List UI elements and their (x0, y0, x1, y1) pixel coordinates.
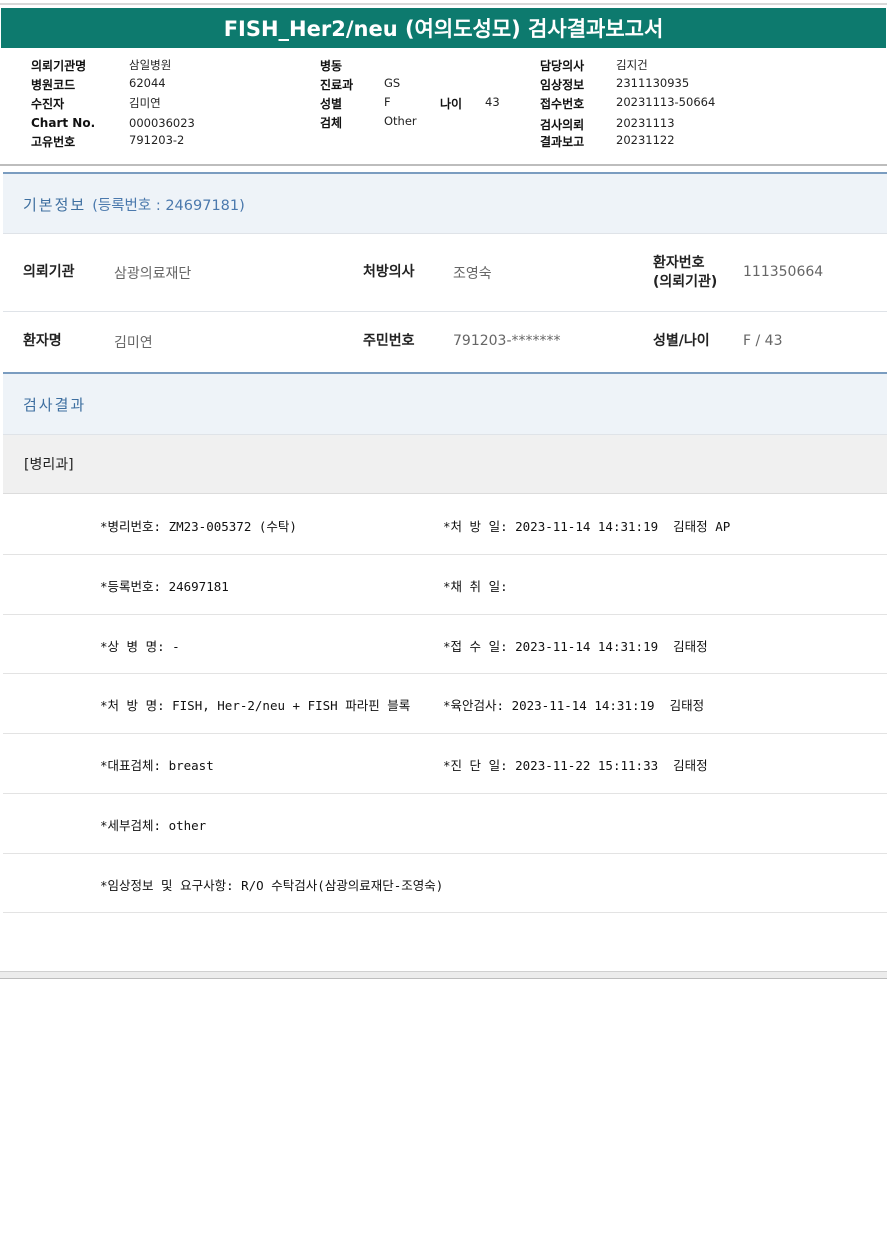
patient-no-value: 111350664 (743, 264, 824, 280)
row-divider (3, 554, 887, 555)
sex-label: 성별 (320, 97, 343, 111)
attending-label: 담당의사 (540, 59, 585, 73)
sex-age-value: F / 43 (743, 333, 783, 349)
basic-info-title: 기본정보 (23, 195, 87, 214)
prescription-date-line: *처 방 일: 2023-11-14 14:31:19 김태정 AP (443, 519, 731, 534)
specimen-label: 검체 (320, 116, 343, 130)
chart-no-label: Chart No. (31, 116, 96, 130)
hospital-code-label: 병원코드 (31, 78, 76, 92)
collection-date-line: *채 취 일: (443, 579, 508, 594)
chart-no-value: 000036023 (129, 116, 195, 130)
divider (3, 311, 887, 312)
result-heading: 검사결과 (3, 372, 887, 435)
ward-label: 병동 (320, 59, 343, 73)
result-title: 검사결과 (23, 396, 87, 414)
diagnosis-name-line: *상 병 명: - (100, 639, 180, 654)
rrn-label: 주민번호 (363, 333, 415, 349)
basic-info-heading: 기본정보 (등록번호 : 24697181) (3, 172, 887, 234)
detail-specimen-line: *세부검체: other (100, 818, 207, 833)
receipt-no-label: 접수번호 (540, 97, 585, 111)
sex-value: F (384, 95, 391, 109)
department-row: [병리과] (3, 435, 887, 494)
clinical-info-label: 임상정보 (540, 78, 585, 92)
diagnosis-date-line: *진 단 일: 2023-11-22 15:11:33 김태정 (443, 758, 708, 773)
row-divider (3, 673, 887, 674)
row-divider (3, 853, 887, 854)
department-value: GS (384, 76, 401, 90)
request-date-label: 검사의뢰 (540, 118, 585, 132)
institution-label: 의뢰기관 (23, 264, 75, 280)
gross-exam-line: *육안검사: 2023-11-14 14:31:19 김태정 (443, 698, 705, 713)
hospital-code-value: 62044 (129, 76, 166, 90)
rrn-value: 791203-******* (453, 333, 561, 349)
row-divider (3, 614, 887, 615)
hospital-name-label: 의뢰기관명 (31, 59, 87, 73)
patient-name-value: 김미연 (114, 335, 153, 351)
row-divider (3, 912, 887, 913)
sex-age-label: 성별/나이 (653, 333, 710, 349)
clinical-info-value: 2311130935 (616, 76, 690, 90)
institution-value: 삼광의료재단 (114, 266, 192, 282)
footer-band (0, 971, 887, 979)
age-value: 43 (485, 95, 500, 109)
representative-specimen-line: *대표검체: breast (100, 758, 214, 773)
patient-no-sublabel: (의뢰기관) (653, 274, 718, 290)
clinical-request-line: *임상정보 및 요구사항: R/O 수탁검사(삼광의료재단-조영숙) (100, 878, 444, 893)
patient-no-label: 환자번호 (653, 255, 705, 271)
registration-no-line: *등록번호: 24697181 (100, 579, 229, 594)
top-border (0, 3, 887, 5)
request-date-value: 20231113 (616, 116, 675, 130)
header-divider (0, 164, 887, 166)
unique-no-value: 791203-2 (129, 133, 185, 147)
department-label: 진료과 (320, 78, 354, 92)
prescriber-value: 조영숙 (453, 266, 492, 282)
report-date-label: 결과보고 (540, 135, 585, 149)
divider (3, 233, 887, 234)
specimen-value: Other (384, 114, 417, 128)
registration-note: (등록번호 : 24697181) (92, 197, 245, 214)
patient-name-label: 환자명 (23, 333, 62, 349)
age-label: 나이 (440, 97, 463, 111)
report-header: 의뢰기관명 삼일병원 병원코드 62044 수진자 김미연 Chart No. … (0, 50, 887, 166)
prescriber-label: 처방의사 (363, 264, 415, 280)
attending-value: 김지건 (616, 58, 648, 72)
row-divider (3, 733, 887, 734)
patient-label: 수진자 (31, 97, 65, 111)
patient-value: 김미연 (129, 96, 161, 110)
receipt-no-value: 20231113-50664 (616, 95, 716, 109)
hospital-name-value: 삼일병원 (129, 58, 172, 72)
report-date-value: 20231122 (616, 133, 675, 147)
unique-no-label: 고유번호 (31, 135, 76, 149)
prescription-name-line: *처 방 명: FISH, Her-2/neu + FISH 파라핀 블록 (100, 698, 411, 713)
department-name: [병리과] (24, 457, 74, 473)
report-title: FISH_Her2/neu (여의도성모) 검사결과보고서 (1, 8, 886, 48)
row-divider (3, 793, 887, 794)
receipt-date-line: *접 수 일: 2023-11-14 14:31:19 김태정 (443, 639, 708, 654)
pathology-no-line: *병리번호: ZM23-005372 (수탁) (100, 519, 297, 534)
